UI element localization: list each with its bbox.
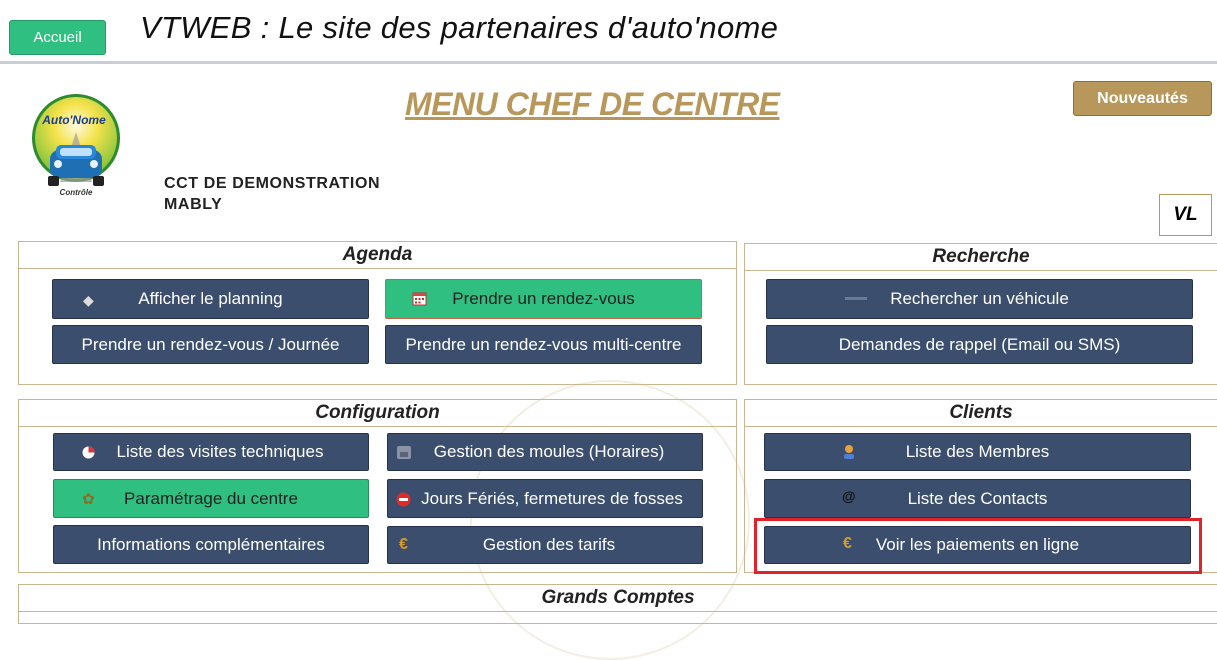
highlight-box — [754, 518, 1202, 574]
technical-visits-list-label: Liste des visites techniques — [116, 442, 324, 461]
news-button[interactable]: Nouveautés — [1073, 81, 1212, 116]
mould-management-button[interactable]: Gestion des moules (Horaires) — [387, 433, 703, 471]
technical-visits-list-button[interactable]: Liste des visites techniques — [53, 433, 369, 471]
planning-icon: ◆ — [83, 292, 94, 308]
logo-text: Auto'Nome — [41, 113, 106, 127]
pie-chart-icon — [82, 446, 95, 461]
configuration-title: Configuration — [19, 400, 736, 427]
book-appointment-button[interactable]: Prendre un rendez-vous — [385, 279, 702, 319]
autonome-logo: Auto'Nome Contrôle — [30, 92, 124, 200]
pricing-management-button[interactable]: € Gestion des tarifs — [387, 526, 703, 564]
holidays-closures-label: Jours Fériés, fermetures de fosses — [421, 488, 683, 508]
book-multi-centre-button[interactable]: Prendre un rendez-vous multi-centre — [385, 325, 702, 364]
centre-name: CCT DE DEMONSTRATION — [164, 175, 381, 192]
vehicle-search-icon — [845, 297, 867, 300]
callback-requests-button[interactable]: Demandes de rappel (Email ou SMS) — [766, 325, 1193, 364]
additional-info-button[interactable]: Informations complémentaires — [53, 525, 369, 564]
at-sign-icon: @ — [842, 488, 856, 504]
clients-title: Clients — [745, 400, 1217, 427]
search-title: Recherche — [745, 244, 1217, 271]
key-accounts-panel: Grands Comptes — [18, 584, 1217, 624]
settings-gear-icon: ✿ — [82, 491, 95, 508]
centre-name-block: CCT DE DEMONSTRATION MABLY — [164, 173, 380, 215]
vehicle-type-badge[interactable]: VL — [1159, 194, 1212, 236]
agenda-title: Agenda — [19, 242, 736, 269]
show-planning-button[interactable]: ◆ Afficher le planning — [52, 279, 369, 319]
key-accounts-title: Grands Comptes — [19, 585, 1217, 612]
mould-icon — [397, 446, 411, 461]
contacts-list-button[interactable]: @ Liste des Contacts — [764, 479, 1191, 518]
page-title: MENU CHEF DE CENTRE — [405, 86, 780, 122]
search-vehicle-label: Rechercher un véhicule — [890, 289, 1069, 308]
book-multi-centre-label: Prendre un rendez-vous multi-centre — [405, 334, 682, 354]
search-vehicle-button[interactable]: Rechercher un véhicule — [766, 279, 1193, 319]
show-planning-label: Afficher le planning — [138, 289, 283, 308]
members-list-label: Liste des Membres — [905, 442, 1050, 461]
contacts-list-label: Liste des Contacts — [907, 488, 1048, 508]
holidays-closures-button[interactable]: Jours Fériés, fermetures de fosses — [387, 479, 703, 518]
centre-city: MABLY — [164, 196, 223, 213]
book-appointment-label: Prendre un rendez-vous — [452, 289, 635, 308]
centre-settings-label: Paramétrage du centre — [124, 488, 298, 508]
additional-info-label: Informations complémentaires — [97, 534, 325, 554]
euro-icon: € — [399, 536, 408, 553]
pricing-management-label: Gestion des tarifs — [482, 535, 616, 554]
callback-requests-label: Demandes de rappel (Email ou SMS) — [838, 334, 1121, 354]
book-day-appointment-label: Prendre un rendez-vous / Journée — [81, 334, 340, 354]
centre-settings-button[interactable]: ✿ Paramétrage du centre — [53, 479, 369, 518]
no-entry-icon — [396, 492, 411, 509]
mould-management-label: Gestion des moules (Horaires) — [433, 442, 665, 461]
logo-subtext: Contrôle — [60, 188, 93, 197]
calendar-icon — [412, 291, 427, 308]
book-day-appointment-button[interactable]: Prendre un rendez-vous / Journée — [52, 325, 369, 364]
members-list-button[interactable]: Liste des Membres — [764, 433, 1191, 471]
site-title: VTWEB : Le site des partenaires d'auto'n… — [140, 10, 779, 45]
home-button[interactable]: Accueil — [9, 20, 106, 55]
member-icon — [843, 444, 855, 462]
